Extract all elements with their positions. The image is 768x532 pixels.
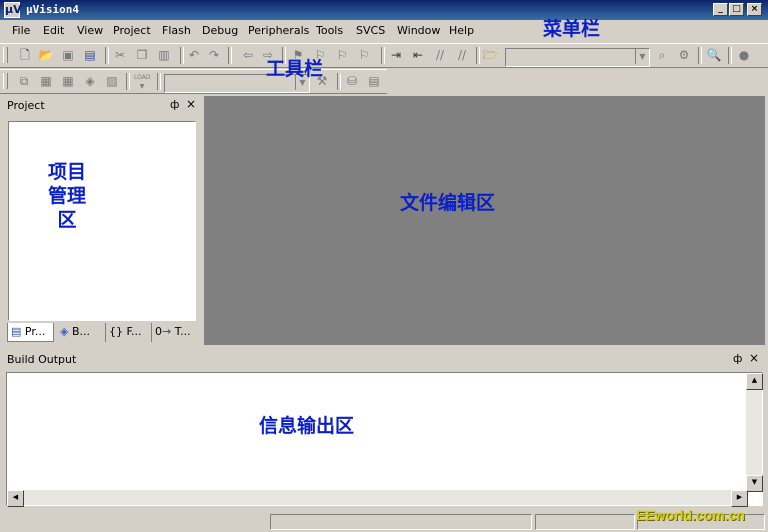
toolbar-grip[interactable] <box>3 73 8 89</box>
translate-icon[interactable]: ⧉ <box>16 73 32 89</box>
menu-svcs[interactable]: SVCS <box>356 24 385 37</box>
menu-flash[interactable]: Flash <box>162 24 191 37</box>
panel-title: Project <box>7 99 45 112</box>
status-pane <box>270 514 532 530</box>
app-icon[interactable]: μV <box>4 2 22 18</box>
menu-help[interactable]: Help <box>449 24 474 37</box>
watermark: EEworld.com.cn <box>636 507 745 523</box>
pin-icon[interactable]: ф <box>733 352 742 365</box>
menu-tools[interactable]: Tools <box>316 24 343 37</box>
open-file-icon[interactable]: 📂 <box>38 47 54 63</box>
paste-icon[interactable]: ▥ <box>156 47 172 63</box>
cut-icon[interactable]: ✂ <box>112 47 128 63</box>
next-bookmark-icon[interactable]: ⚐ <box>334 47 350 63</box>
panel-title: Build Output <box>7 353 77 366</box>
tab-templates[interactable]: 0→ T... <box>151 323 197 342</box>
build-output-header: Build Output ф × <box>4 350 766 369</box>
navigate-back-icon[interactable]: ⇦ <box>240 47 256 63</box>
build-output-text[interactable]: 信息输出区 ▲ ▼ ◀ ▶ <box>6 372 763 507</box>
scroll-left-icon[interactable]: ◀ <box>7 490 24 507</box>
batch-build-icon[interactable]: ◈ <box>82 73 98 89</box>
maximize-button[interactable]: □ <box>729 3 744 16</box>
tab-functions[interactable]: {} F... <box>105 323 151 342</box>
project-panel: Project ф × 项目 管理 区 ▤ Pr... ◈ B... {} F.… <box>4 96 200 344</box>
clear-bookmarks-icon[interactable]: ⚐ <box>356 47 372 63</box>
editor-area[interactable]: 文件编辑区 <box>204 96 765 345</box>
build-toolbar: ⧉ ▦ ▦ ◈ ▨ LOAD ▼ ▼ ⚒ ⛁ ▤ <box>0 69 387 94</box>
menu-peripherals[interactable]: Peripherals <box>248 24 309 37</box>
menubar-annotation: 菜单栏 <box>543 18 601 40</box>
menu-view[interactable]: View <box>77 24 103 37</box>
chevron-down-icon[interactable]: ▼ <box>635 49 649 64</box>
configure-icon[interactable]: ⚙ <box>676 47 692 63</box>
project-area-annotation: 项目 管理 区 <box>47 161 86 231</box>
toolbar-grip[interactable] <box>3 47 8 63</box>
indent-icon[interactable]: ⇥ <box>388 47 404 63</box>
project-tree[interactable]: 项目 管理 区 <box>8 121 196 321</box>
uncomment-icon[interactable]: // <box>454 47 470 63</box>
stop-icon[interactable]: ● <box>736 47 752 63</box>
stop-build-icon[interactable]: ▨ <box>104 73 120 89</box>
status-pane <box>535 514 635 530</box>
vertical-scrollbar[interactable]: ▲ ▼ <box>746 373 763 492</box>
editor-area-annotation: 文件编辑区 <box>400 192 496 214</box>
scroll-up-icon[interactable]: ▲ <box>746 373 763 390</box>
save-all-icon[interactable]: ▤ <box>82 47 98 63</box>
new-file-icon[interactable]: 🗋 <box>17 47 33 63</box>
manage-components-icon[interactable]: ⛁ <box>344 73 360 89</box>
close-button[interactable]: × <box>747 3 762 16</box>
find-in-files-icon[interactable]: 🗁 <box>482 47 498 63</box>
output-area-annotation: 信息输出区 <box>259 415 355 437</box>
close-icon[interactable]: × <box>749 351 759 365</box>
find-icon[interactable]: ⌕ <box>654 47 670 63</box>
rebuild-icon[interactable]: ▦ <box>60 73 76 89</box>
minimize-button[interactable]: _ <box>713 3 728 16</box>
download-icon[interactable]: LOAD ▼ <box>134 73 150 90</box>
copy-icon[interactable]: ❐ <box>134 47 150 63</box>
file-toolbar: 🗋 📂 ▣ ▤ ✂ ❐ ▥ ↶ ↷ ⇦ ⇨ ⚑ ⚐ ⚐ ⚐ ⇥ ⇤ // // … <box>0 43 768 68</box>
redo-icon[interactable]: ↷ <box>206 47 222 63</box>
toolbar-annotation: 工具栏 <box>266 58 324 80</box>
find-combo[interactable]: ▼ <box>505 48 650 67</box>
menu-file[interactable]: File <box>12 24 30 37</box>
comment-icon[interactable]: // <box>432 47 448 63</box>
menu-bar: File Edit View Project Flash Debug Perip… <box>0 18 768 41</box>
scroll-right-icon[interactable]: ▶ <box>731 490 748 507</box>
books-icon[interactable]: ▤ <box>366 73 382 89</box>
project-panel-header: Project ф × <box>4 96 200 115</box>
close-icon[interactable]: × <box>186 97 196 111</box>
project-tabs: ▤ Pr... ◈ B... {} F... 0→ T... <box>7 323 197 343</box>
menu-debug[interactable]: Debug <box>202 24 238 37</box>
books-tab-icon: ◈ <box>60 325 69 338</box>
horizontal-scrollbar[interactable]: ◀ ▶ <box>7 490 748 507</box>
window-title: μVision4 <box>26 3 79 16</box>
save-icon[interactable]: ▣ <box>60 47 76 63</box>
unindent-icon[interactable]: ⇤ <box>410 47 426 63</box>
build-icon[interactable]: ▦ <box>38 73 54 89</box>
menu-project[interactable]: Project <box>113 24 151 37</box>
scroll-down-icon[interactable]: ▼ <box>746 475 763 492</box>
incremental-find-icon[interactable]: 🔍 <box>706 47 722 63</box>
title-bar[interactable]: μV μVision4 _ □ × <box>0 0 768 20</box>
undo-icon[interactable]: ↶ <box>186 47 202 63</box>
build-output-panel: Build Output ф × 信息输出区 ▲ ▼ ◀ ▶ <box>4 350 766 510</box>
tab-books[interactable]: ◈ B... <box>57 323 103 342</box>
menu-window[interactable]: Window <box>397 24 440 37</box>
pin-icon[interactable]: ф <box>170 98 179 111</box>
templates-tab-icon: 0→ <box>155 325 172 338</box>
functions-tab-icon: {} <box>109 325 123 338</box>
menu-edit[interactable]: Edit <box>43 24 64 37</box>
project-tab-icon: ▤ <box>11 325 22 338</box>
tab-project[interactable]: ▤ Pr... <box>7 323 54 342</box>
